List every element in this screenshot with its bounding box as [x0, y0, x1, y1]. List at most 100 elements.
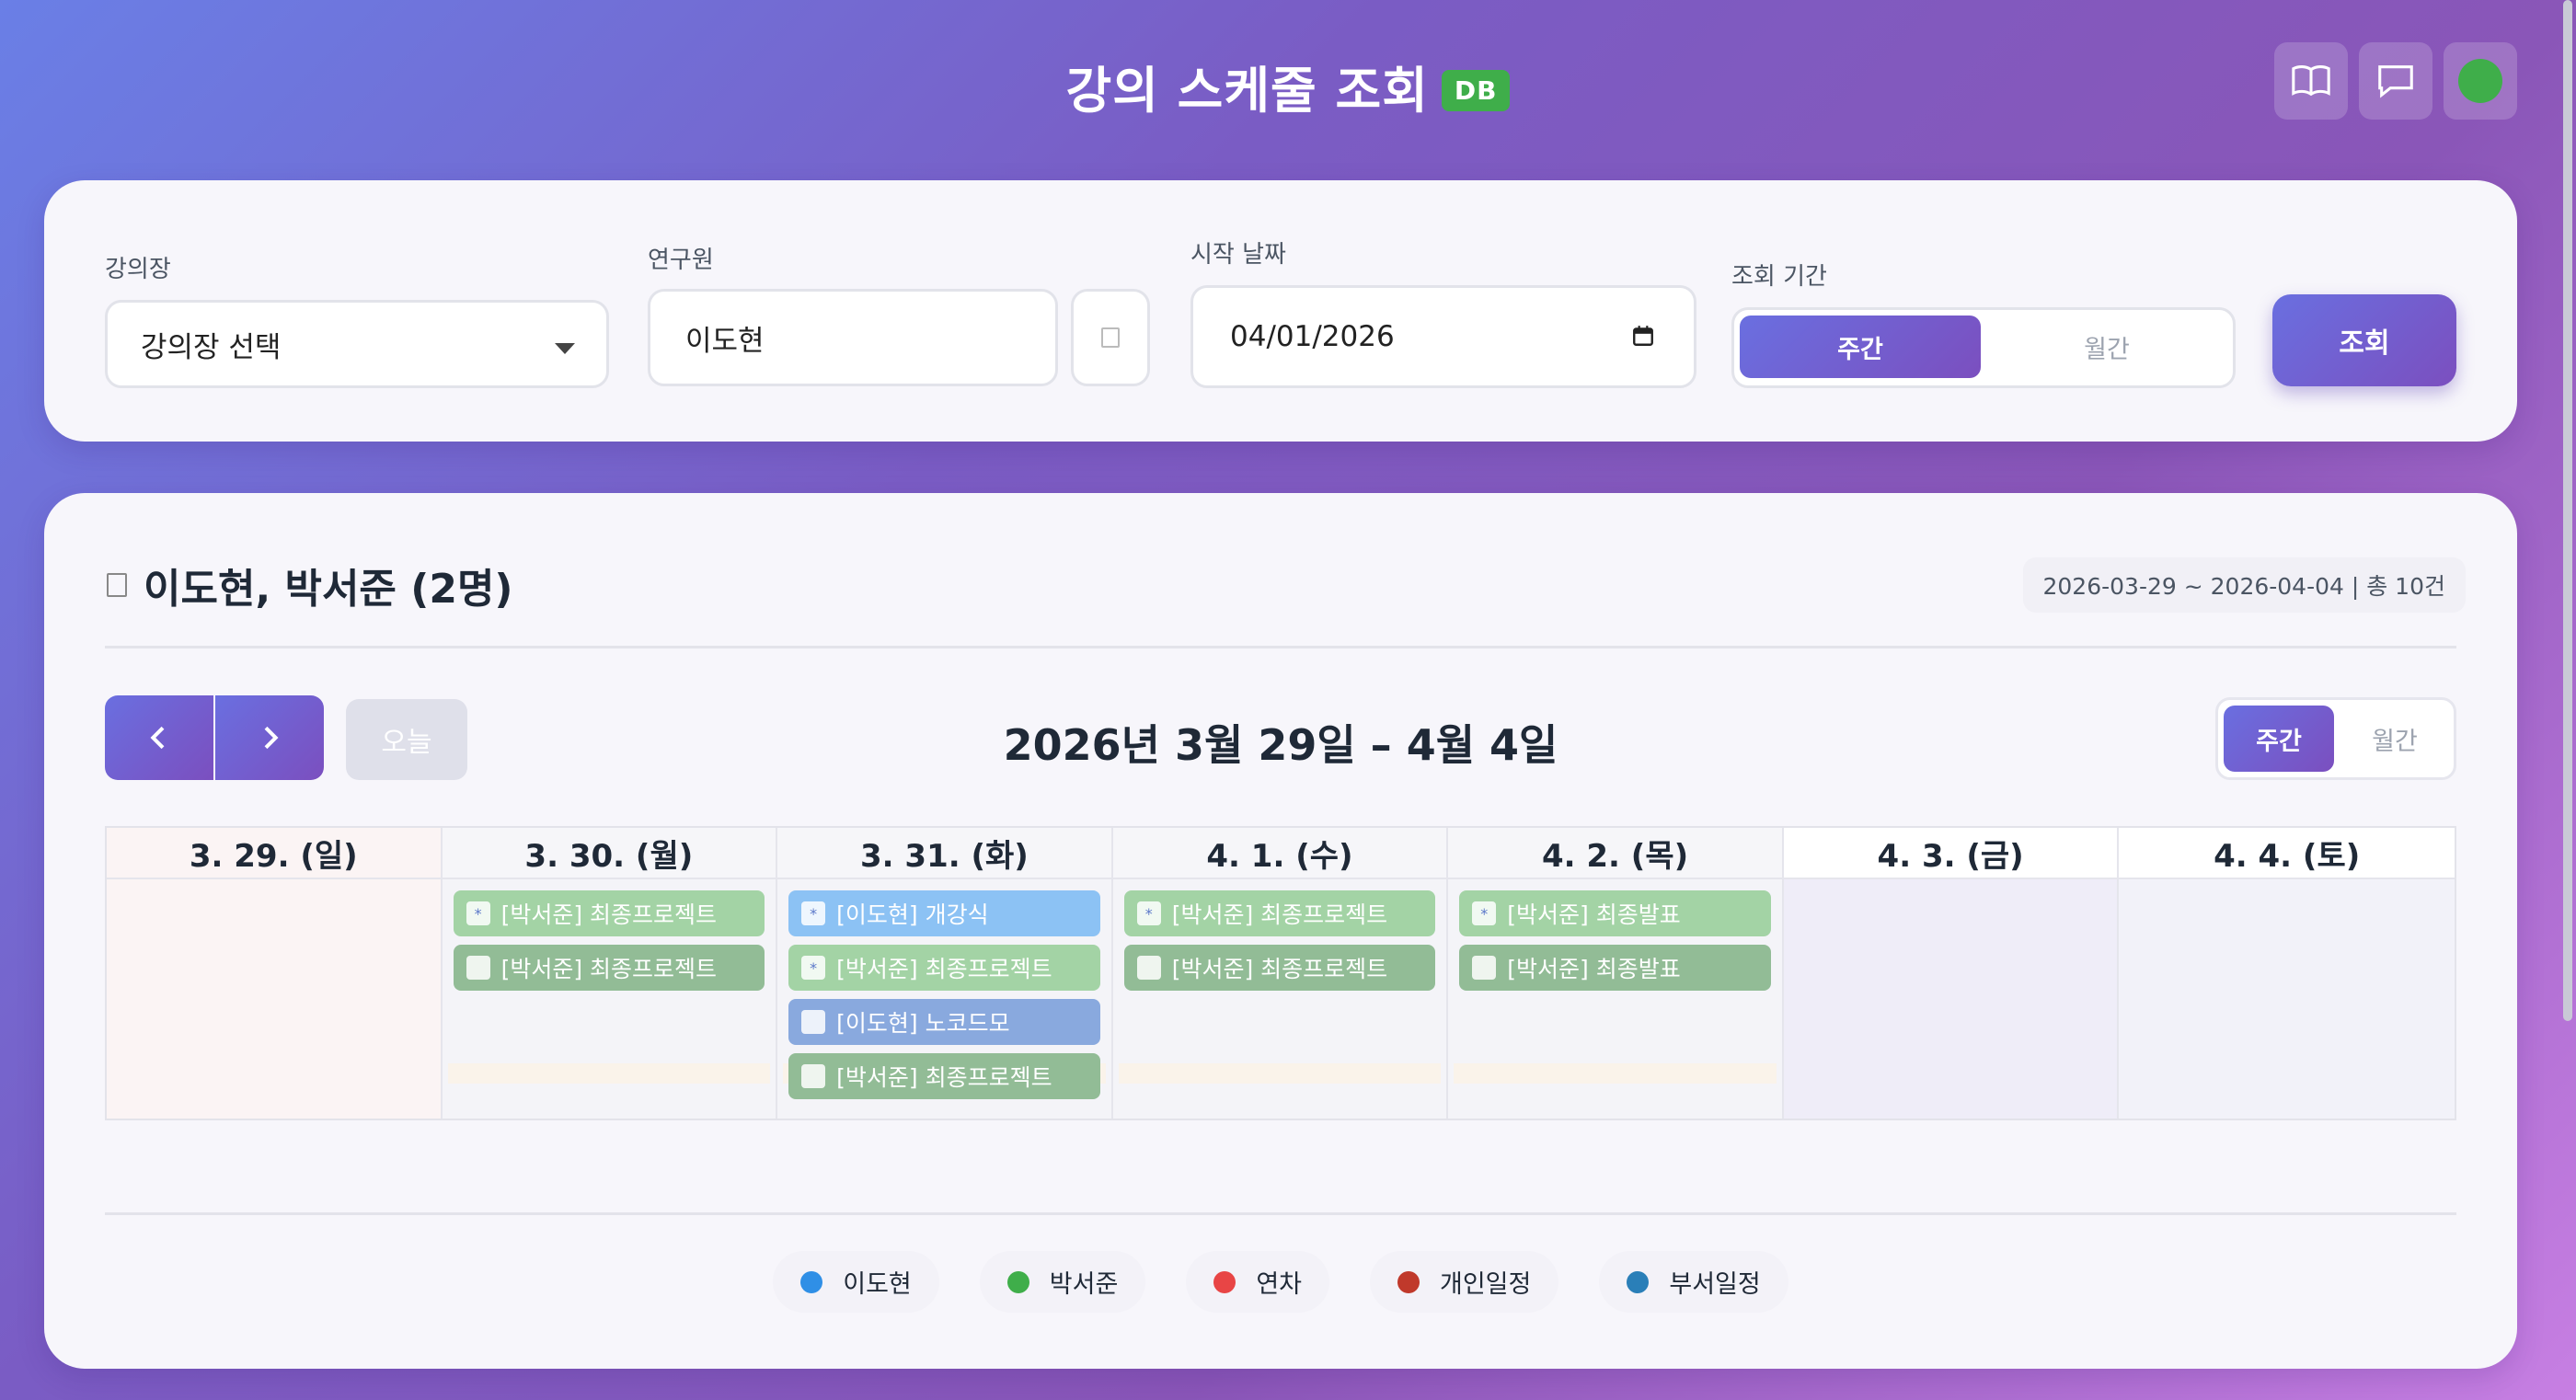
day-header: 3. 31. (화) — [777, 828, 1111, 879]
summary-title-text: 이도현, 박서준 (2명) — [144, 566, 513, 613]
filter-panel: 강의장 강의장 선택 연구원 이도현 시작 날짜 04/01/2026 조회 기… — [44, 180, 2517, 442]
divider — [105, 1212, 2456, 1215]
chat-button[interactable] — [2359, 42, 2432, 120]
event-item[interactable]: [박서준] 최종프로젝트 — [788, 1053, 1100, 1099]
event-title: [박서준] 최종프로젝트 — [836, 956, 1052, 982]
event-item[interactable]: * [박서준] 최종프로젝트 — [1123, 890, 1436, 936]
day-column[interactable]: 3. 30. (월) * [박서준] 최종프로젝트 [박서준] 최종프로젝트 — [442, 828, 778, 1119]
start-date-input[interactable]: 04/01/2026 — [1190, 285, 1696, 388]
snowflake-icon: * — [1472, 901, 1497, 925]
day-column[interactable]: 3. 29. (일) — [107, 828, 443, 1119]
day-header: 3. 29. (일) — [107, 828, 441, 879]
event-item[interactable]: [박서준] 최종프로젝트 — [1123, 945, 1436, 991]
status-button[interactable] — [2444, 42, 2517, 120]
legend-dot-icon — [1213, 1270, 1236, 1293]
summary-title: 이도현, 박서준 (2명) — [107, 556, 513, 614]
researcher-input-value: 이도현 — [685, 324, 765, 358]
chevron-down-icon — [555, 343, 575, 354]
square-icon — [1136, 956, 1161, 980]
snowflake-icon: * — [801, 901, 826, 925]
range-summary: 2026-03-29 ~ 2026-04-04 | 총 10건 — [2022, 557, 2466, 613]
week-calendar: 3. 29. (일) 3. 30. (월) * [박서준] 최종프로젝트 [박서준] 최… — [105, 826, 2456, 1120]
legend-item: 개인일정 — [1370, 1251, 1559, 1313]
snowflake-icon: * — [801, 956, 826, 980]
scrollbar[interactable] — [2563, 0, 2572, 1021]
day-column[interactable]: 4. 4. (토) — [2119, 828, 2455, 1119]
event-item[interactable]: [박서준] 최종발표 — [1459, 945, 1771, 991]
legend-item: 이도현 — [773, 1251, 939, 1313]
schedule-panel: 이도현, 박서준 (2명) 2026-03-29 ~ 2026-04-04 | … — [44, 493, 2517, 1369]
legend-label: 부서일정 — [1669, 1270, 1761, 1299]
snowflake-icon: * — [1136, 901, 1161, 925]
room-select[interactable]: 강의장 선택 — [105, 300, 609, 388]
day-header: 4. 4. (토) — [2119, 828, 2455, 879]
legend-item: 연차 — [1186, 1251, 1329, 1313]
divider — [105, 646, 2456, 648]
legend-item: 박서준 — [979, 1251, 1146, 1313]
checkbox-icon — [1101, 327, 1120, 348]
square-icon — [801, 1064, 826, 1088]
view-toggle: 주간 월간 — [2215, 697, 2456, 780]
day-header: 4. 3. (금) — [1783, 828, 2118, 879]
legend-item: 부서일정 — [1599, 1251, 1788, 1313]
checkbox-icon — [107, 573, 127, 597]
page-title: 강의 스케줄 조회 DB — [0, 50, 2576, 122]
event-title: [박서준] 최종프로젝트 — [1171, 901, 1388, 928]
event-item[interactable]: [이도현] 노코드모 — [788, 999, 1100, 1045]
square-icon — [1472, 956, 1497, 980]
calendar-icon[interactable] — [1631, 323, 1655, 349]
day-column[interactable]: 4. 3. (금) — [1783, 828, 2120, 1119]
legend-dot-icon — [1006, 1270, 1029, 1293]
view-monthly-option[interactable]: 월간 — [2338, 706, 2452, 772]
app-header: 강의 스케줄 조회 DB — [0, 0, 2576, 175]
legend-dot-icon — [800, 1270, 823, 1293]
researcher-label: 연구원 — [648, 247, 714, 274]
day-header: 4. 2. (목) — [1448, 828, 1782, 879]
day-header: 4. 1. (수) — [1112, 828, 1447, 879]
period-weekly-option[interactable]: 주간 — [1740, 316, 1981, 378]
day-column[interactable]: 4. 2. (목) * [박서준] 최종발표 [박서준] 최종발표 — [1448, 828, 1784, 1119]
event-item[interactable]: * [박서준] 최종프로젝트 — [453, 890, 765, 936]
legend-label: 개인일정 — [1440, 1270, 1532, 1299]
legend-label: 이도현 — [843, 1270, 912, 1299]
period-monthly-option[interactable]: 월간 — [1986, 316, 2227, 378]
room-label: 강의장 — [105, 256, 171, 283]
view-weekly-option[interactable]: 주간 — [2224, 706, 2334, 772]
event-title: [이도현] 개강식 — [836, 901, 989, 928]
day-column[interactable]: 4. 1. (수) * [박서준] 최종프로젝트 [박서준] 최종프로젝트 — [1112, 828, 1449, 1119]
room-select-value: 강의장 선택 — [141, 330, 282, 364]
period-toggle: 주간 월간 — [1731, 307, 2236, 388]
all-day-strip — [447, 1063, 771, 1084]
researcher-picker-button[interactable] — [1071, 289, 1150, 386]
legend-dot-icon — [1397, 1270, 1420, 1293]
page-title-text: 강의 스케줄 조회 — [1065, 62, 1429, 120]
event-title: [이도현] 노코드모 — [836, 1010, 1010, 1037]
event-item[interactable]: [박서준] 최종프로젝트 — [453, 945, 765, 991]
day-column[interactable]: 3. 31. (화) * [이도현] 개강식 * [박서준] 최종프로젝트 [이도현] 노… — [777, 828, 1113, 1119]
day-header: 3. 30. (월) — [442, 828, 776, 879]
event-item[interactable]: * [박서준] 최종프로젝트 — [788, 945, 1100, 991]
legend-label: 연차 — [1256, 1270, 1302, 1299]
db-badge: DB — [1441, 69, 1511, 111]
start-date-label: 시작 날짜 — [1190, 241, 1286, 269]
legend-dot-icon — [1627, 1270, 1650, 1293]
legend: 이도현 박서준 연차 개인일정 부서일정 — [44, 1251, 2517, 1313]
researcher-input[interactable]: 이도현 — [648, 289, 1058, 386]
event-item[interactable]: * [이도현] 개강식 — [788, 890, 1100, 936]
event-title: [박서준] 최종프로젝트 — [836, 1064, 1052, 1091]
event-title: [박서준] 최종발표 — [1507, 956, 1681, 982]
guide-button[interactable] — [2274, 42, 2348, 120]
square-icon — [466, 956, 490, 980]
chat-icon — [2378, 65, 2413, 98]
period-label: 조회 기간 — [1731, 263, 1827, 291]
event-title: [박서준] 최종발표 — [1507, 901, 1681, 928]
square-icon — [801, 1010, 826, 1034]
all-day-strip — [1118, 1063, 1442, 1084]
start-date-value: 04/01/2026 — [1230, 320, 1395, 353]
all-day-strip — [1454, 1063, 1777, 1084]
search-button[interactable]: 조회 — [2272, 294, 2456, 386]
event-item[interactable]: * [박서준] 최종발표 — [1459, 890, 1771, 936]
book-open-icon — [2292, 65, 2330, 97]
event-title: [박서준] 최종프로젝트 — [500, 956, 718, 982]
snowflake-icon: * — [466, 901, 490, 925]
